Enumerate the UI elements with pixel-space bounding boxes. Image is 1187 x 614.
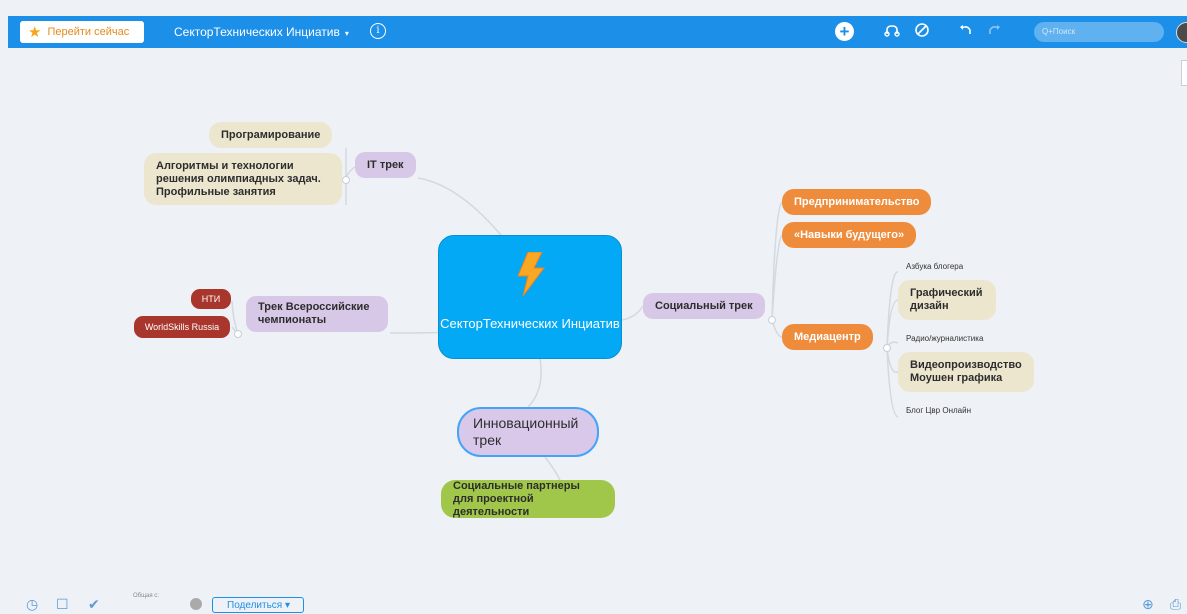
share-button[interactable]: Поделиться ▾: [212, 597, 304, 613]
node-nti[interactable]: НТИ: [191, 289, 231, 309]
node-it-track[interactable]: IT трек: [355, 152, 416, 178]
node-programming[interactable]: Програмирование: [209, 122, 333, 148]
bottom-toolbar: ◷ ☐ ✔ Общая с: Поделиться ▾ ⊕ ⎙: [0, 592, 1187, 613]
history-icon[interactable]: ◷: [26, 596, 38, 613]
node-championships-track[interactable]: Трек Всероссийские чемпионаты: [246, 296, 388, 332]
shared-with-label: Общая с:: [133, 593, 159, 599]
node-algorithms[interactable]: Алгоритмы и технологии решения олимпиадн…: [144, 153, 342, 205]
print-icon[interactable]: ⎙: [1170, 596, 1181, 613]
central-topic[interactable]: СекторТехнических Инциатив: [438, 235, 622, 359]
node-entrepreneurship[interactable]: Предпринимательство: [782, 189, 932, 215]
node-video-production[interactable]: Видеопроизводство Моушен графика: [898, 352, 1034, 392]
avatar: [190, 598, 202, 610]
node-radio-journalism[interactable]: Радио/журналистика: [906, 331, 983, 345]
outline-icon[interactable]: ☐: [56, 596, 69, 613]
zoom-in-icon[interactable]: ⊕: [1142, 596, 1154, 613]
node-blogger-abc[interactable]: Азбука блогера: [906, 259, 963, 273]
central-topic-label: СекторТехнических Инциатив: [440, 316, 620, 331]
task-check-icon[interactable]: ✔: [88, 596, 100, 613]
lightning-icon: [517, 252, 545, 296]
node-graphic-design[interactable]: Графический дизайн: [898, 280, 996, 320]
node-worldskills-russia[interactable]: WorldSkills Russia: [134, 316, 230, 338]
node-media-center[interactable]: Медиацентр: [782, 324, 873, 350]
node-blog-online[interactable]: Блог Цвр Онлайн: [906, 403, 971, 417]
node-social-track[interactable]: Социальный трек: [643, 293, 765, 319]
node-future-skills[interactable]: «Навыки будущего»: [782, 222, 917, 248]
node-innovation-track[interactable]: Инновационный трек: [457, 407, 599, 457]
node-social-partners[interactable]: Социальные партнеры для проектной деятел…: [441, 480, 615, 518]
